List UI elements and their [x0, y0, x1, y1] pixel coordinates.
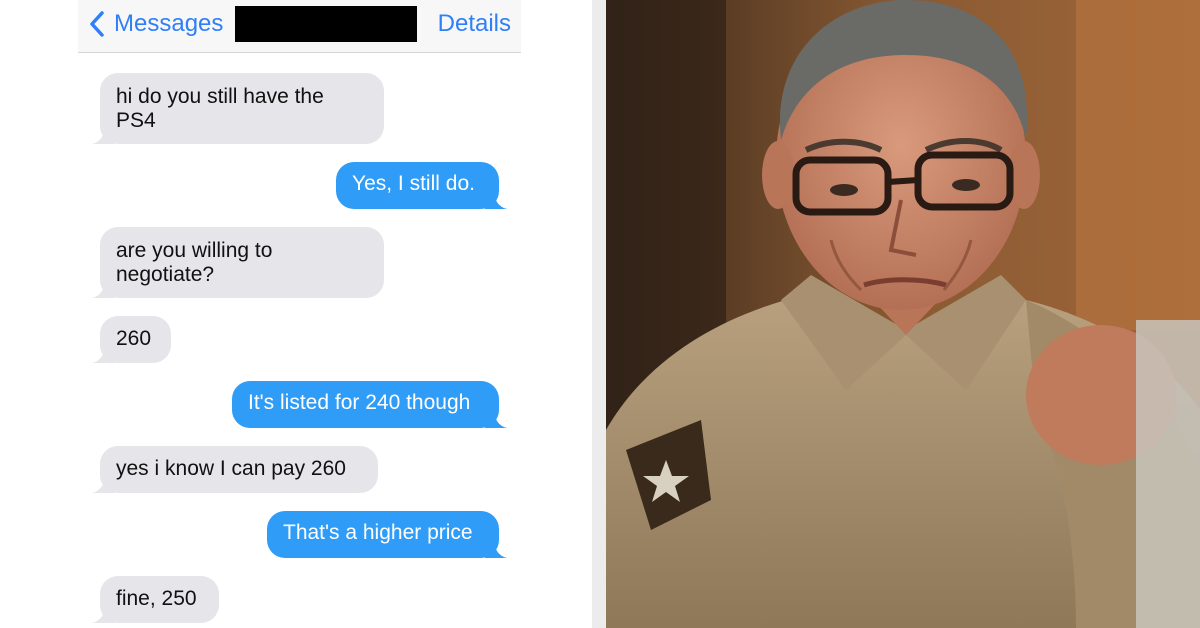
nav-bar: Messages Details	[78, 0, 521, 53]
bubble-tail	[92, 349, 114, 363]
bubble-tail	[485, 195, 507, 209]
back-label: Messages	[114, 10, 224, 37]
bubble-tail	[92, 130, 114, 144]
chevron-left-icon	[90, 11, 104, 37]
message-text: That's a higher price	[283, 521, 473, 544]
message-bubble-outgoing: That's a higher price	[267, 511, 507, 558]
bubble-tail	[485, 414, 507, 428]
back-button[interactable]: Messages	[88, 8, 223, 40]
message-text: 260	[116, 327, 152, 350]
details-button[interactable]: Details	[438, 8, 511, 40]
messages-screenshot: Messages Details hi do you still have th…	[78, 0, 521, 628]
message-bubble-incoming: fine, 250	[92, 576, 219, 623]
message-text: hi do you still have the PS4	[116, 85, 324, 132]
message-text: yes i know I can pay 260	[116, 457, 346, 480]
bubble-tail	[92, 284, 114, 298]
message-text: fine, 250	[116, 587, 197, 610]
bubble-tail	[485, 544, 507, 558]
message-bubble-outgoing: It's listed for 240 though	[232, 381, 507, 428]
message-bubble-outgoing: Yes, I still do.	[336, 162, 507, 209]
message-bubble-incoming: yes i know I can pay 260	[92, 446, 378, 493]
bubble-tail	[92, 609, 114, 623]
reaction-photo	[606, 0, 1200, 628]
message-text: It's listed for 240 though	[248, 391, 471, 414]
message-bubble-incoming: are you willing to negotiate?	[92, 227, 384, 298]
photo-illustration	[606, 0, 1200, 628]
message-bubble-incoming: hi do you still have the PS4	[92, 73, 384, 144]
message-text: Yes, I still do.	[352, 172, 475, 195]
message-bubble-incoming: 260	[92, 316, 171, 363]
message-text: are you willing to negotiate?	[116, 239, 273, 286]
bubble-tail	[92, 479, 114, 493]
redacted-contact-name	[235, 6, 417, 42]
panel-divider	[592, 0, 606, 628]
